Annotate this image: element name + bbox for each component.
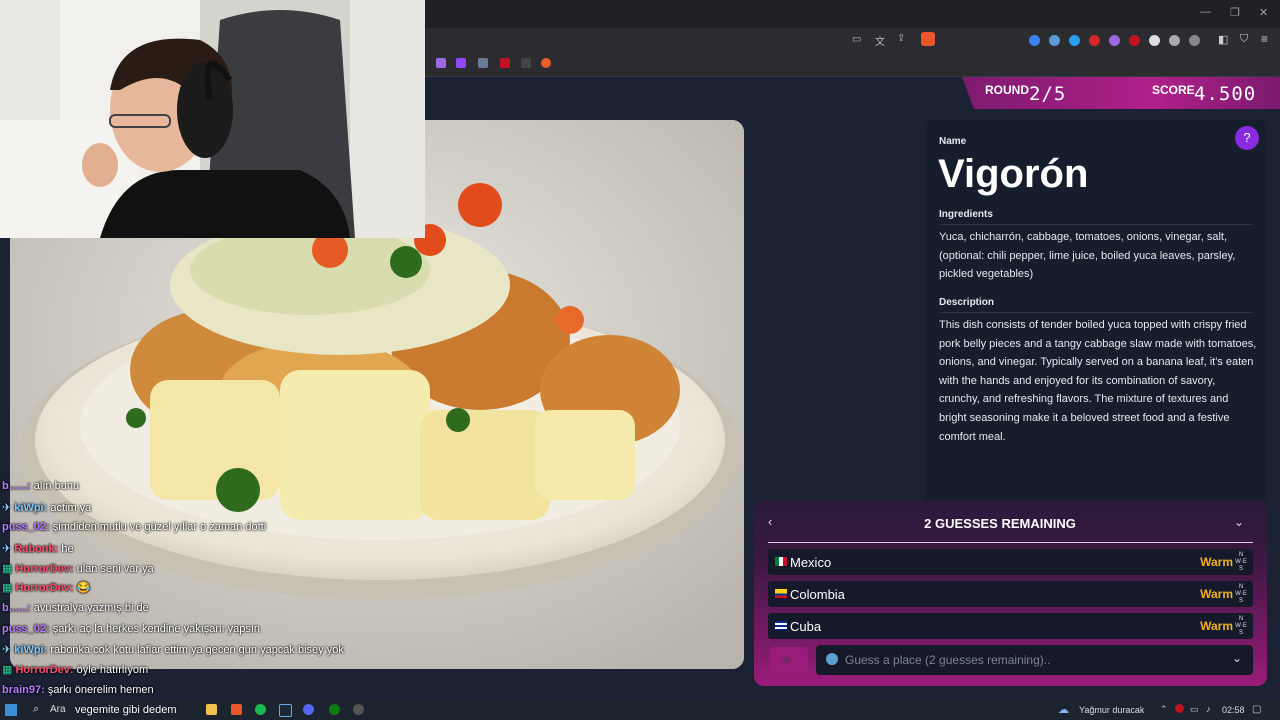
help-button[interactable]: ? — [1235, 126, 1259, 150]
weather-text[interactable]: Yağmur duracak — [1079, 705, 1144, 715]
chat-message: brain97: şarkı önerelim hemen — [2, 684, 154, 696]
tray-app-icon[interactable] — [1175, 704, 1184, 713]
spotify-icon[interactable] — [255, 704, 266, 715]
round-value: 2/5 — [1029, 83, 1067, 105]
bookmark-icon[interactable] — [500, 58, 510, 68]
divider — [768, 542, 1253, 543]
cast-icon[interactable]: ▭ — [852, 34, 861, 45]
chevron-left-icon[interactable]: ‹ — [768, 514, 772, 529]
divider — [939, 312, 1253, 313]
guess-result: Warm — [1200, 587, 1233, 601]
colombia-flag-icon — [775, 589, 787, 598]
notifications-icon[interactable]: ▢ — [1252, 704, 1261, 715]
weather-icon[interactable]: ☁ — [1058, 703, 1069, 716]
guess-country: Cuba — [790, 619, 822, 634]
extension-icon[interactable] — [1029, 35, 1040, 46]
share-icon[interactable]: ⇪ — [897, 33, 905, 44]
ingredients-label: Ingredients — [939, 209, 993, 220]
mexico-flag-icon — [775, 557, 787, 566]
extension-icon[interactable] — [1169, 35, 1180, 46]
extension-icon[interactable] — [1089, 35, 1100, 46]
start-icon[interactable] — [5, 704, 17, 716]
chat-message: puss_02: şarkı aç la herkes kendine yakı… — [2, 623, 261, 635]
webcam-illustration — [0, 0, 425, 238]
taskbar-search[interactable]: Ara — [50, 704, 66, 715]
guess-country: Colombia — [790, 587, 845, 602]
guess-row: Mexico Warm N W·E S — [768, 549, 1253, 575]
menu-icon[interactable]: ≡ — [1261, 32, 1268, 46]
hint-icon: ♣ — [782, 651, 792, 667]
chat-message: ✈ kiWpi: rabonka cok kotu laflar ettim y… — [2, 644, 344, 656]
guess-row: Colombia Warm N W·E S — [768, 581, 1253, 607]
guess-result: Warm — [1200, 619, 1233, 633]
maximize-icon[interactable]: ❐ — [1230, 6, 1240, 19]
bookmark-icon[interactable] — [436, 58, 446, 68]
guess-input-placeholder: Guess a place (2 guesses remaining).. — [845, 653, 1051, 667]
chat-message: ✈ Rabonk: he — [2, 543, 74, 555]
volume-icon[interactable]: ♪ — [1206, 704, 1211, 714]
chat-message: b......: avustralya yazmış bi de — [2, 602, 149, 614]
guesses-title: 2 GUESSES REMAINING — [924, 516, 1076, 531]
guess-country: Mexico — [790, 555, 832, 570]
dish-name: Vigorón — [938, 152, 1089, 196]
bookmark-icon[interactable] — [521, 58, 531, 68]
divider — [939, 224, 1253, 225]
chevron-down-icon[interactable]: ⌄ — [1234, 515, 1244, 529]
webcam-overlay — [0, 0, 425, 238]
score-label: SCORE — [1152, 83, 1195, 97]
minimize-icon[interactable]: — — [1200, 6, 1211, 18]
ingredients-text: Yuca, chicharrón, cabbage, tomatoes, oni… — [939, 231, 1236, 281]
compass-icon: N W·E S — [1235, 552, 1247, 572]
chat-message: vegemite gibi dedem — [75, 704, 177, 716]
tray-chevron-icon[interactable]: ⌃ — [1160, 704, 1168, 715]
search-icon[interactable]: ⌕ — [33, 703, 39, 716]
translate-icon[interactable]: 文 — [875, 33, 885, 48]
sidebar-icon[interactable]: ◧ — [1218, 33, 1228, 46]
twitch-icon[interactable] — [456, 58, 466, 68]
chat-message: puss_02: şimdiden mutlu ve güzel yıllar … — [2, 521, 267, 533]
extension-icon[interactable] — [1149, 35, 1160, 46]
guess-row: Cuba Warm N W·E S — [768, 613, 1253, 639]
chat-message: ▦ HorrorDev: öyle hatırlıyom — [2, 664, 149, 676]
vpn-icon[interactable]: ⛉ — [1240, 33, 1248, 46]
chat-message: b......: alın bunu — [2, 480, 80, 492]
compass-icon: N W·E S — [1235, 584, 1247, 604]
brave-icon[interactable] — [231, 704, 242, 715]
file-explorer-icon[interactable] — [206, 704, 217, 715]
globe-icon — [826, 653, 838, 665]
extension-icon[interactable] — [1129, 35, 1140, 46]
extension-icon[interactable] — [1049, 35, 1060, 46]
description-text: This dish consists of tender boiled yuca… — [939, 319, 1257, 443]
bookmark-icon[interactable] — [478, 58, 488, 68]
description-label: Description — [939, 297, 995, 308]
round-label: ROUND — [985, 83, 1029, 97]
cuba-flag-icon — [775, 621, 787, 630]
xbox-icon[interactable] — [329, 704, 340, 715]
steam-icon[interactable] — [279, 704, 292, 717]
clock[interactable]: 02:58 — [1222, 705, 1245, 715]
network-icon[interactable]: ▭ — [1190, 704, 1199, 715]
dropdown-chevron-icon[interactable]: ⌄ — [1232, 651, 1242, 665]
extension-icon[interactable] — [1109, 35, 1120, 46]
chat-message: ▦ HorrorDev: 😂 — [2, 582, 91, 594]
discord-icon[interactable] — [303, 704, 314, 715]
extensions-puzzle-icon[interactable] — [1189, 35, 1200, 46]
score-value: 4.500 — [1194, 83, 1257, 105]
chat-message: ▦ HorrorDev: ulan seni var ya — [2, 563, 154, 575]
brave-shield-icon[interactable] — [921, 32, 935, 46]
extension-icon[interactable] — [1069, 35, 1080, 46]
compass-icon: N W·E S — [1235, 616, 1247, 636]
guess-result: Warm — [1200, 555, 1233, 569]
chat-message: ✈ kiWpi: actim ya — [2, 502, 92, 514]
obs-icon[interactable] — [353, 704, 364, 715]
bookmark-icon[interactable] — [541, 58, 551, 68]
name-label: Name — [939, 136, 967, 147]
close-icon[interactable]: ✕ — [1259, 6, 1268, 19]
